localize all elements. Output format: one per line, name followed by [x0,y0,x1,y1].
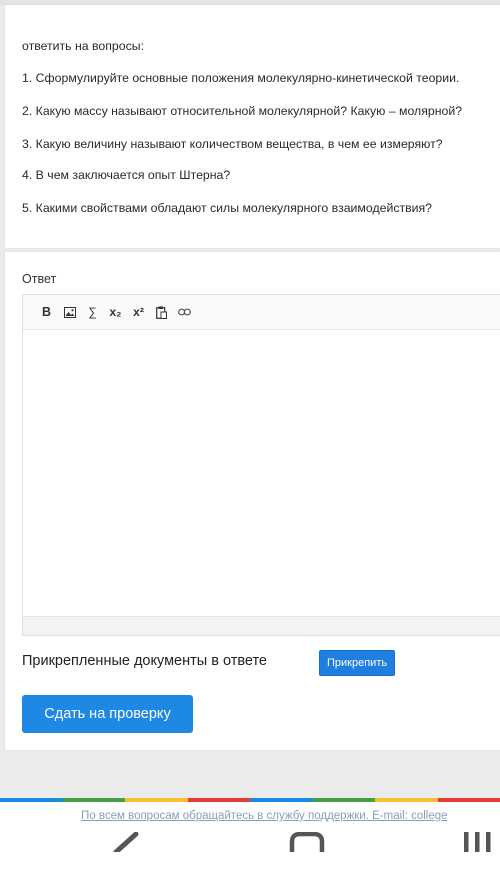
question-item: 2. Какую массу называют относительной мо… [22,104,463,118]
editor-toolbar: B ∑ x₂ x² [23,295,500,330]
color-segment [125,798,188,802]
android-nav-bar [0,830,500,874]
color-segment [62,798,125,802]
color-segment [437,798,500,802]
subscript-icon[interactable]: x₂ [104,301,127,323]
sigma-icon[interactable]: ∑ [81,301,104,323]
rich-text-editor[interactable]: B ∑ x₂ x² [22,294,500,636]
bold-icon[interactable]: B [35,301,58,323]
attachments-title: Прикрепленные документы в ответе [22,653,267,669]
question-item: 5. Какими свойствами обладают силы молек… [22,201,433,215]
color-segment [0,798,63,802]
support-link[interactable]: По всем вопросам обращайтесь в службу по… [81,810,448,822]
color-segment [250,798,313,802]
back-icon[interactable] [112,831,142,857]
question-item: 4. В чем заключается опыт Штерна? [22,168,231,182]
image-icon[interactable] [58,301,81,323]
question-intro: ответить на вопросы: [22,39,145,53]
question-card: ответить на вопросы: 1. Сформулируйте ос… [5,5,500,248]
question-item: 3. Какую величину называют количеством в… [22,137,443,151]
footer: По всем вопросам обращайтесь в службу по… [0,798,500,830]
color-segment [187,798,250,802]
color-segment [375,798,438,802]
footer-color-strip [0,798,500,802]
answer-text-area[interactable] [23,330,500,614]
question-item: 1. Сформулируйте основные положения моле… [22,71,460,85]
attach-button[interactable]: Прикрепить [319,650,396,676]
link-icon[interactable] [173,301,196,323]
home-icon[interactable] [289,831,325,857]
paste-icon[interactable] [150,301,173,323]
superscript-icon[interactable]: x² [127,301,150,323]
answer-card: Ответ B ∑ x₂ x² Прикрепленные документы … [5,252,500,750]
submit-button[interactable]: Сдать на проверку [22,695,193,733]
color-segment [312,798,375,802]
recent-apps-icon[interactable] [462,832,500,857]
answer-label: Ответ [22,272,57,286]
editor-status-bar [23,616,500,635]
